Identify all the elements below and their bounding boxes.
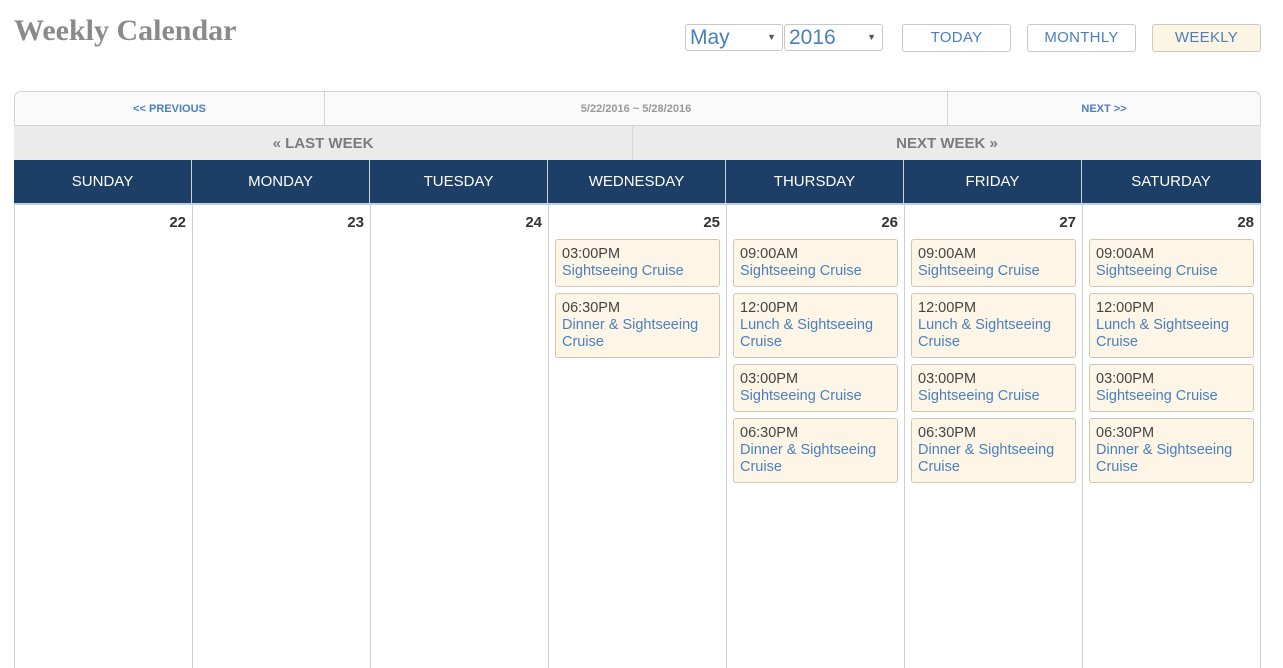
event-card[interactable]: 09:00AM Sightseeing Cruise: [911, 239, 1076, 287]
next-link[interactable]: NEXT >>: [947, 92, 1260, 125]
year-select-value: 2016: [789, 26, 836, 49]
event-card[interactable]: 06:30PM Dinner & Sightseeing Cruise: [911, 418, 1076, 483]
event-time: 06:30PM: [918, 425, 977, 441]
day-column-tuesday[interactable]: 24: [371, 205, 549, 668]
event-title-link[interactable]: Sightseeing Cruise: [1096, 263, 1247, 280]
next-week-button[interactable]: NEXT WEEK »: [633, 126, 1261, 160]
day-column-saturday[interactable]: 28 09:00AM Sightseeing Cruise 12:00PM Lu…: [1083, 205, 1261, 668]
event-title-link[interactable]: Dinner & Sightseeing Cruise: [1096, 442, 1247, 476]
day-column-wednesday[interactable]: 25 03:00PM Sightseeing Cruise 06:30PM Di…: [549, 205, 727, 668]
event-card[interactable]: 03:00PM Sightseeing Cruise: [911, 364, 1076, 412]
event-card[interactable]: 06:30PM Dinner & Sightseeing Cruise: [555, 293, 720, 358]
date-range-bar: << PREVIOUS 5/22/2016 ~ 5/28/2016 NEXT >…: [14, 91, 1261, 126]
event-title-link[interactable]: Sightseeing Cruise: [918, 388, 1069, 405]
event-card[interactable]: 03:00PM Sightseeing Cruise: [733, 364, 898, 412]
event-title-link[interactable]: Sightseeing Cruise: [918, 263, 1069, 280]
event-title-link[interactable]: Lunch & Sightseeing Cruise: [1096, 317, 1247, 351]
day-column-friday[interactable]: 27 09:00AM Sightseeing Cruise 12:00PM Lu…: [905, 205, 1083, 668]
event-time: 06:30PM: [740, 425, 799, 441]
day-number: 26: [881, 214, 898, 231]
event-card[interactable]: 09:00AM Sightseeing Cruise: [1089, 239, 1254, 287]
day-column-thursday[interactable]: 26 09:00AM Sightseeing Cruise 12:00PM Lu…: [727, 205, 905, 668]
event-card[interactable]: 03:00PM Sightseeing Cruise: [555, 239, 720, 287]
event-card[interactable]: 09:00AM Sightseeing Cruise: [733, 239, 898, 287]
weekday-header-wednesday: WEDNESDAY: [548, 160, 726, 203]
event-time: 06:30PM: [562, 300, 621, 316]
event-time: 03:00PM: [1096, 371, 1155, 387]
event-title-link[interactable]: Sightseeing Cruise: [1096, 388, 1247, 405]
day-number: 28: [1237, 214, 1254, 231]
event-card[interactable]: 12:00PM Lunch & Sightseeing Cruise: [733, 293, 898, 358]
day-number: 25: [703, 214, 720, 231]
event-title-link[interactable]: Sightseeing Cruise: [740, 263, 891, 280]
event-time: 09:00AM: [740, 246, 799, 262]
event-time: 09:00AM: [918, 246, 977, 262]
event-card[interactable]: 06:30PM Dinner & Sightseeing Cruise: [733, 418, 898, 483]
weekday-header-sunday: SUNDAY: [14, 160, 192, 203]
weekday-header-thursday: THURSDAY: [726, 160, 904, 203]
month-select[interactable]: May ▼: [685, 24, 783, 51]
event-time: 03:00PM: [562, 246, 621, 262]
day-column-sunday[interactable]: 22: [15, 205, 193, 668]
event-title-link[interactable]: Dinner & Sightseeing Cruise: [562, 317, 713, 351]
monthly-view-button[interactable]: MONTHLY: [1027, 24, 1136, 52]
day-number: 22: [169, 214, 186, 231]
event-card[interactable]: 12:00PM Lunch & Sightseeing Cruise: [911, 293, 1076, 358]
day-number: 27: [1059, 214, 1076, 231]
event-time: 12:00PM: [740, 300, 799, 316]
year-select[interactable]: 2016 ▼: [784, 24, 883, 51]
event-time: 12:00PM: [918, 300, 977, 316]
day-column-monday[interactable]: 23: [193, 205, 371, 668]
event-title-link[interactable]: Lunch & Sightseeing Cruise: [918, 317, 1069, 351]
event-time: 03:00PM: [740, 371, 799, 387]
event-time: 06:30PM: [1096, 425, 1155, 441]
event-time: 03:00PM: [918, 371, 977, 387]
event-time: 09:00AM: [1096, 246, 1155, 262]
event-time: 12:00PM: [1096, 300, 1155, 316]
event-card[interactable]: 03:00PM Sightseeing Cruise: [1089, 364, 1254, 412]
week-grid: 22 23 24 25 03:00PM Sightseeing Cruise 0…: [14, 205, 1261, 668]
event-title-link[interactable]: Sightseeing Cruise: [562, 263, 713, 280]
today-button[interactable]: TODAY: [902, 24, 1011, 52]
weekly-view-button[interactable]: WEEKLY: [1152, 24, 1261, 52]
day-number: 24: [525, 214, 542, 231]
chevron-down-icon: ▼: [867, 32, 876, 42]
date-range-label: 5/22/2016 ~ 5/28/2016: [580, 102, 692, 115]
day-number: 23: [347, 214, 364, 231]
weekday-header-tuesday: TUESDAY: [370, 160, 548, 203]
event-card[interactable]: 12:00PM Lunch & Sightseeing Cruise: [1089, 293, 1254, 358]
weekday-header-monday: MONDAY: [192, 160, 370, 203]
event-title-link[interactable]: Sightseeing Cruise: [740, 388, 891, 405]
event-title-link[interactable]: Dinner & Sightseeing Cruise: [740, 442, 891, 476]
chevron-down-icon: ▼: [767, 32, 776, 42]
weekday-header-row: SUNDAY MONDAY TUESDAY WEDNESDAY THURSDAY…: [14, 160, 1261, 205]
weekday-header-friday: FRIDAY: [904, 160, 1082, 203]
event-card[interactable]: 06:30PM Dinner & Sightseeing Cruise: [1089, 418, 1254, 483]
last-week-button[interactable]: « LAST WEEK: [14, 126, 633, 160]
page-title: Weekly Calendar: [14, 14, 237, 47]
month-select-value: May: [690, 26, 730, 49]
event-title-link[interactable]: Lunch & Sightseeing Cruise: [740, 317, 891, 351]
event-title-link[interactable]: Dinner & Sightseeing Cruise: [918, 442, 1069, 476]
week-nav-bar: « LAST WEEK NEXT WEEK »: [14, 126, 1261, 160]
previous-link[interactable]: << PREVIOUS: [15, 92, 325, 125]
weekday-header-saturday: SATURDAY: [1131, 173, 1211, 190]
